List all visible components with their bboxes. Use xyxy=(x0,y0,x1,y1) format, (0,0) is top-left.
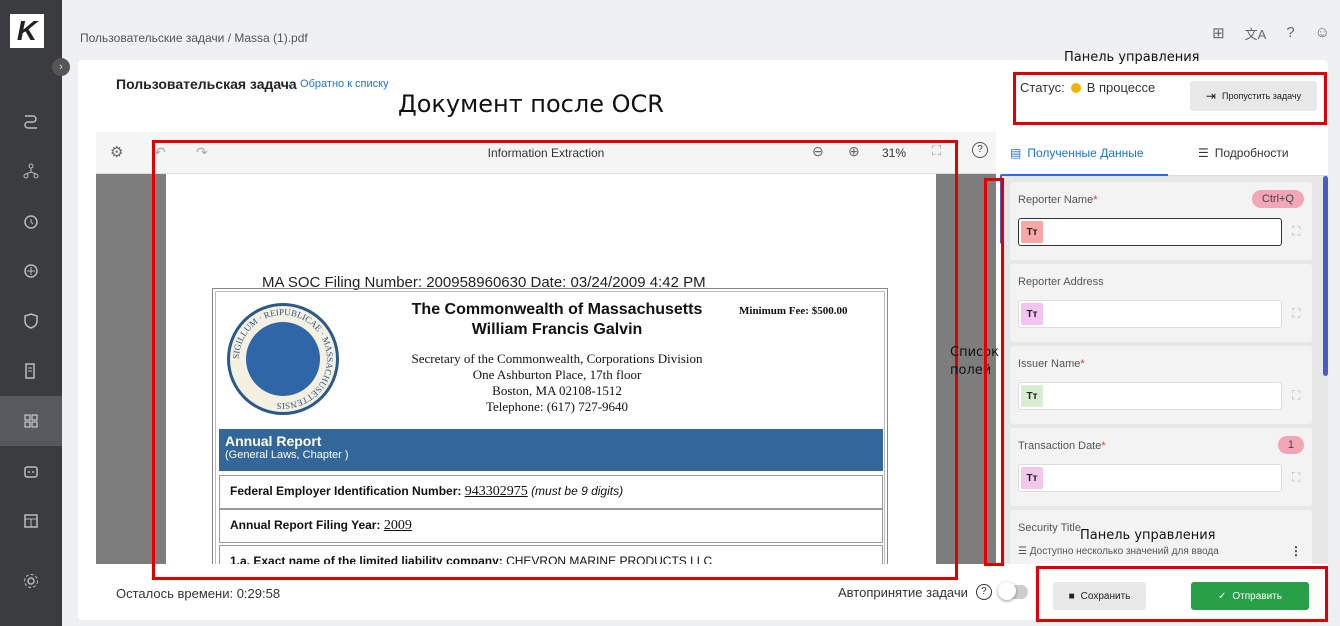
field-issuer-name: Issuer Name* Tт ⛶ xyxy=(1010,346,1312,424)
time-remaining: Осталось времени: 0:29:58 xyxy=(116,586,281,601)
fields-scrollbar[interactable] xyxy=(1323,176,1328,376)
calendar-icon xyxy=(24,514,38,528)
settings-icon[interactable]: ⚙ xyxy=(110,143,123,161)
back-to-list-link[interactable]: ← Обратно к списку xyxy=(286,78,389,90)
route-icon xyxy=(24,115,37,129)
field-reporter-address: Reporter Address Tт ⛶ xyxy=(1010,264,1312,342)
top-icons: ⊞ 文A ? ☺ xyxy=(1212,24,1330,43)
text-type-icon: Tт xyxy=(1021,467,1043,489)
expand-icon[interactable]: ⛶ xyxy=(1292,224,1306,238)
issuer-name-input[interactable]: Tт xyxy=(1018,382,1282,410)
field-transaction-date: Transaction Date* 1 Tт ⛶ xyxy=(1010,428,1312,506)
fields-list: Reporter Name* Ctrl+Q Tт ⛶ Reporter Addr… xyxy=(1002,176,1328,564)
user-icon[interactable]: ☺ xyxy=(1315,24,1330,43)
expand-icon[interactable]: ⛶ xyxy=(1292,470,1306,484)
hierarchy-icon xyxy=(23,163,39,179)
sidebar-item-database[interactable] xyxy=(0,246,62,296)
text-type-icon: Tт xyxy=(1021,221,1043,243)
doc-icon: ▤ xyxy=(1010,146,1022,160)
field-reporter-name: Reporter Name* Ctrl+Q Tт ⛶ xyxy=(1010,182,1312,260)
sidebar-item-routes[interactable] xyxy=(0,96,62,146)
count-badge: 1 xyxy=(1277,436,1304,454)
fields-panel: ▤ Полученные Данные ☰ Подробности Report… xyxy=(1002,132,1328,564)
viewer-help-icon[interactable]: ? xyxy=(972,142,988,158)
reporter-name-input[interactable]: Tт xyxy=(1018,218,1282,246)
sidebar-item-settings[interactable] xyxy=(0,556,62,606)
auto-accept-help-icon[interactable]: ? xyxy=(975,584,992,600)
annotation-panel-bottom-box xyxy=(1036,566,1328,622)
field-label: Transaction Date* xyxy=(1018,440,1106,452)
field-label: Reporter Address xyxy=(1018,276,1104,288)
expand-icon[interactable]: ⛶ xyxy=(1292,306,1306,320)
sidebar-item-robot[interactable] xyxy=(0,446,62,496)
auto-accept-label: Автопринятие задачи xyxy=(838,584,968,600)
collapse-sidebar-button[interactable]: › xyxy=(52,58,70,76)
robot-icon xyxy=(24,466,38,478)
transaction-date-input[interactable]: Tт xyxy=(1018,464,1282,492)
sidebar-item-security[interactable] xyxy=(0,296,62,346)
annotation-list-box xyxy=(984,178,1004,566)
sidebar-item-calendar[interactable] xyxy=(0,496,62,546)
grid-icon xyxy=(24,414,38,428)
field-label: Issuer Name* xyxy=(1018,358,1085,370)
tab-extracted-data[interactable]: ▤ Полученные Данные xyxy=(1010,146,1144,160)
field-tabs: ▤ Полученные Данные ☰ Подробности xyxy=(1002,132,1328,176)
tab-details-label: Подробности xyxy=(1214,146,1289,160)
app-logo[interactable]: K xyxy=(10,14,44,48)
tab-extracted-label: Полученные Данные xyxy=(1027,146,1144,160)
breadcrumb[interactable]: Пользовательские задачи / Massa (1).pdf xyxy=(80,31,308,45)
reporter-address-input[interactable]: Tт xyxy=(1018,300,1282,328)
sidebar-item-timer[interactable] xyxy=(0,196,62,246)
annotation-panel-top-label: Панель управления xyxy=(1064,50,1200,65)
annotation-doc-box xyxy=(152,140,958,580)
text-type-icon: Tт xyxy=(1021,303,1043,325)
text-type-icon: Tт xyxy=(1021,385,1043,407)
sidebar-item-documents[interactable] xyxy=(0,346,62,396)
expand-icon[interactable]: ⛶ xyxy=(1292,388,1306,402)
annotation-panel-bottom-label: Панель управления xyxy=(1080,528,1216,543)
layout-icon[interactable]: ⊞ xyxy=(1212,24,1225,43)
document-icon xyxy=(25,363,35,379)
hotkey-badge: Ctrl+Q xyxy=(1251,190,1304,208)
list-icon: ☰ xyxy=(1018,546,1030,557)
auto-accept: Автопринятие задачи ? xyxy=(838,582,1028,600)
page-title: Пользовательская задача xyxy=(116,76,297,92)
comment-icon: ☰ xyxy=(1198,146,1209,160)
annotation-doc-label: Документ после OCR xyxy=(398,90,664,118)
auto-accept-toggle[interactable] xyxy=(997,582,1028,600)
sidebar: K xyxy=(0,0,62,626)
annotation-panel-top-box xyxy=(1013,72,1327,125)
tab-details[interactable]: ☰ Подробности xyxy=(1198,146,1289,160)
sidebar-item-hierarchy[interactable] xyxy=(0,146,62,196)
more-icon[interactable]: ⋮ xyxy=(1290,544,1302,558)
database-icon xyxy=(24,264,38,278)
field-label: Reporter Name* xyxy=(1018,194,1098,206)
alarm-icon xyxy=(24,215,38,229)
sidebar-item-tasks[interactable] xyxy=(0,396,62,446)
shield-icon xyxy=(24,313,38,329)
help-icon[interactable]: ? xyxy=(1286,24,1294,43)
gear-icon xyxy=(24,574,38,588)
multi-value-hint: ☰ Доступно несколько значений для ввода xyxy=(1018,546,1219,557)
translate-icon[interactable]: 文A xyxy=(1245,24,1267,43)
field-label: Security Title xyxy=(1018,522,1081,534)
